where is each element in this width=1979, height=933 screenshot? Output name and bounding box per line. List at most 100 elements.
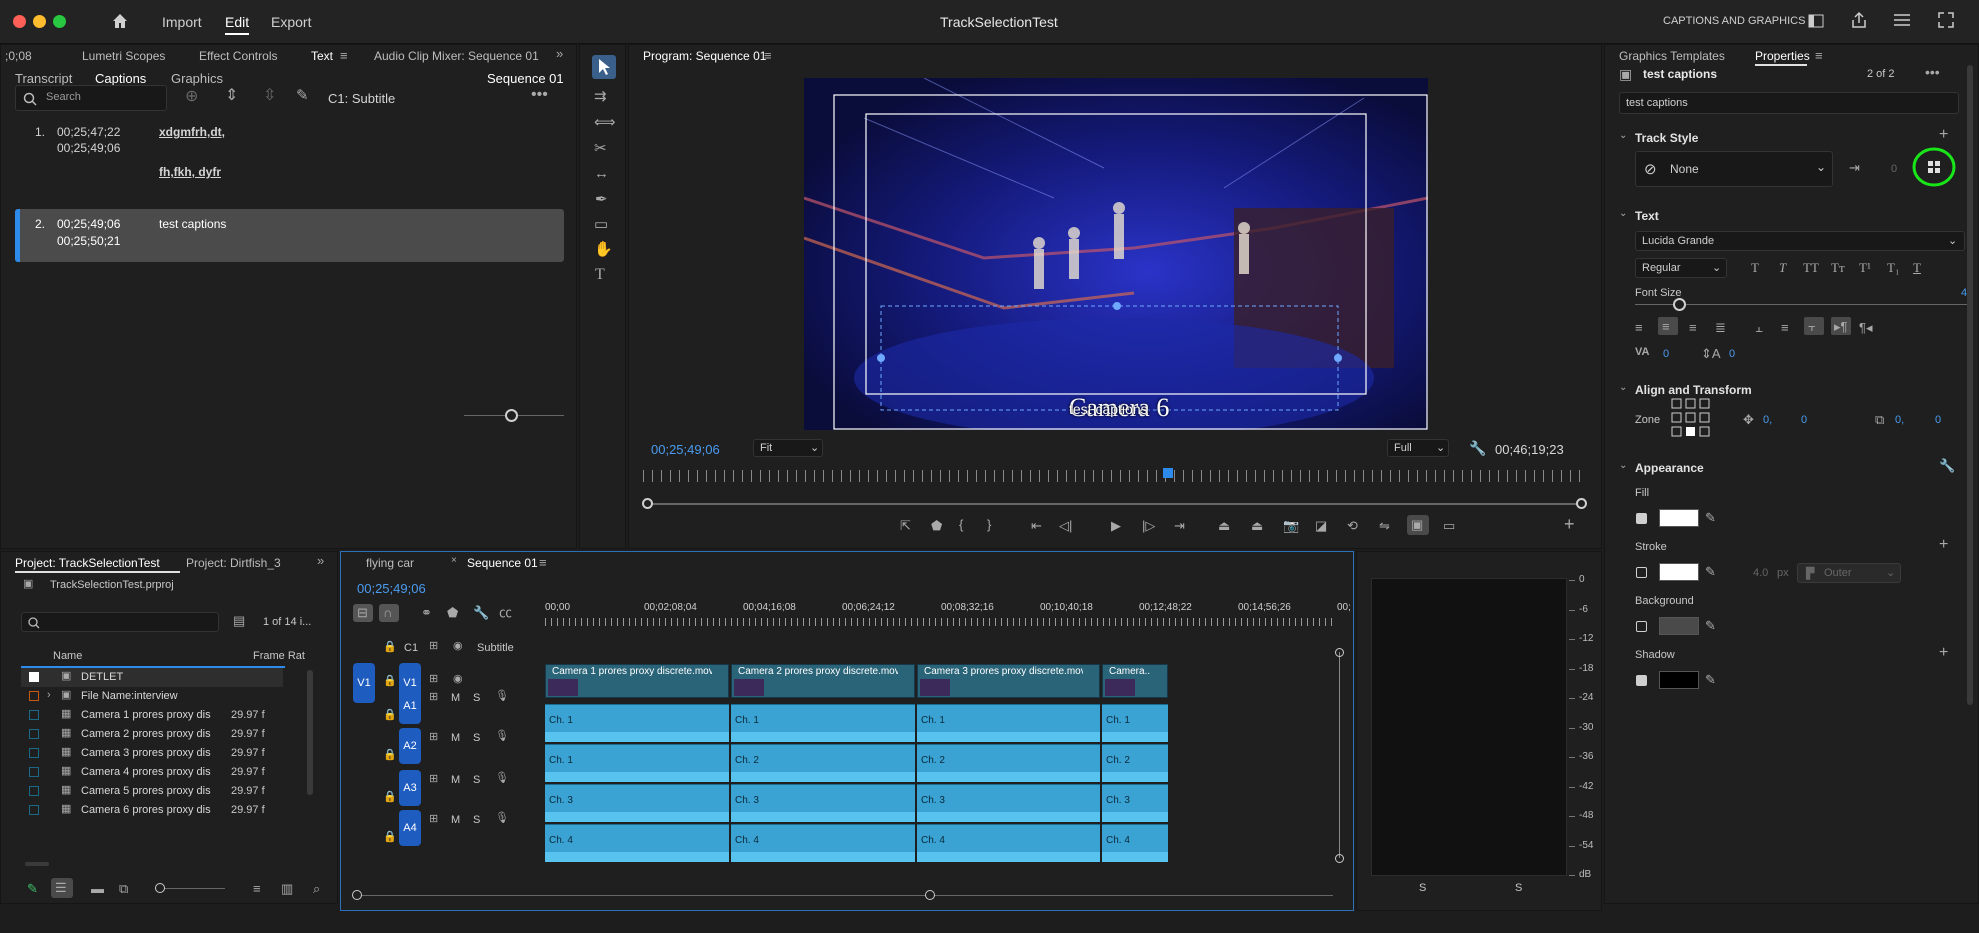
label-color-swatch[interactable]: [29, 729, 39, 739]
stroke-position-dropdown[interactable]: ▛ Outer ⌄: [1797, 563, 1901, 583]
fill-color-swatch[interactable]: [1659, 509, 1699, 527]
a2-track-target[interactable]: A2: [399, 728, 421, 764]
properties-scrollbar[interactable]: [1967, 65, 1973, 705]
track-style-dropdown[interactable]: ⊘ None ⌄: [1635, 151, 1833, 187]
stroke-eyedropper-icon[interactable]: ✎: [1705, 565, 1716, 578]
ltr-button[interactable]: ▸¶: [1831, 317, 1851, 335]
background-color-swatch[interactable]: [1659, 617, 1699, 635]
a2-mute-button[interactable]: M: [451, 732, 460, 744]
tracking-value[interactable]: 0: [1663, 348, 1669, 360]
subscript-icon[interactable]: T₁: [1887, 261, 1899, 274]
freeform-view-icon[interactable]: ⧉: [119, 882, 128, 895]
add-track-style-icon[interactable]: +: [1939, 127, 1948, 143]
stroke-width[interactable]: 4.0: [1753, 567, 1768, 579]
audio-clip[interactable]: Ch. 1: [1102, 704, 1168, 742]
v1-sync-lock-icon[interactable]: ⊞: [429, 674, 438, 685]
selection-tool[interactable]: [592, 55, 616, 79]
audio-clip[interactable]: Ch. 4: [731, 824, 915, 862]
linked-selection-icon[interactable]: ⚭: [421, 606, 432, 619]
video-overlay-caption[interactable]: test captions: [1069, 401, 1148, 417]
font-size-slider-handle[interactable]: [1673, 298, 1686, 311]
list-item[interactable]: ▣ DETLET: [21, 668, 283, 687]
align-middle-icon[interactable]: ≡: [1781, 321, 1789, 334]
audio-clip[interactable]: Ch. 2: [1102, 744, 1168, 782]
tab-text[interactable]: Text: [311, 49, 333, 63]
wrench-settings-icon[interactable]: 🔧: [1469, 441, 1486, 455]
thumbnail-size-slider[interactable]: [159, 888, 225, 889]
track-select-tool-icon[interactable]: ⇉: [594, 89, 607, 104]
caption-2-row[interactable]: 2. 00;25;49;06 00;25;50;21 test captions: [15, 209, 564, 262]
a1-track-target[interactable]: A1: [399, 688, 421, 724]
background-checkbox[interactable]: [1636, 621, 1647, 632]
fill-eyedropper-icon[interactable]: ✎: [1705, 511, 1716, 524]
audio-clip[interactable]: Ch. 1: [917, 704, 1100, 742]
audio-clip[interactable]: Ch. 3: [545, 784, 729, 822]
a2-sync-lock-icon[interactable]: ⊞: [429, 732, 438, 743]
audio-clip[interactable]: Ch. 1: [545, 704, 729, 742]
video-clip[interactable]: Camera 3 prores proxy discrete.mov [V]: [917, 664, 1100, 698]
audio-clip[interactable]: Ch. 4: [1102, 824, 1168, 862]
zone-grid[interactable]: [1671, 398, 1711, 438]
chevron-down-icon[interactable]: ⌄: [1619, 131, 1627, 141]
tab-effect-controls[interactable]: Effect Controls: [199, 49, 277, 63]
quick-settings-icon[interactable]: [1893, 12, 1911, 28]
a4-solo-button[interactable]: S: [473, 814, 480, 826]
a4-mute-button[interactable]: M: [451, 814, 460, 826]
tab-lumetri-scopes[interactable]: Lumetri Scopes: [82, 49, 165, 63]
project-hscroll[interactable]: [25, 862, 49, 866]
subtab-captions[interactable]: Captions: [95, 71, 146, 86]
caption-track-label[interactable]: C1: Subtitle: [328, 91, 395, 106]
caption-2-line1[interactable]: test captions: [159, 217, 226, 231]
menu-edit[interactable]: Edit: [225, 14, 249, 30]
align-left-icon[interactable]: ≡: [1635, 321, 1643, 334]
caption-2-in[interactable]: 00;25;49;06: [57, 217, 120, 231]
slip-tool-icon[interactable]: ↔: [594, 166, 609, 181]
c1-lock-icon[interactable]: 🔒: [383, 642, 397, 653]
shadow-color-swatch[interactable]: [1659, 671, 1699, 689]
automate-icon[interactable]: ▥: [281, 882, 293, 895]
pencil-write-icon[interactable]: ✎: [27, 882, 38, 895]
comparison-view-icon[interactable]: ▭: [1443, 519, 1455, 532]
chevron-down-icon[interactable]: ⌄: [1619, 461, 1627, 471]
camera-export-frame-icon[interactable]: 📷: [1283, 519, 1299, 532]
thumbnail-slider-handle[interactable]: [155, 883, 165, 893]
program-timecode-in[interactable]: 00;25;49;06: [651, 442, 720, 457]
tab-project-dirtfish[interactable]: Project: Dirtfish_3: [186, 556, 281, 570]
home-icon[interactable]: [111, 12, 129, 30]
all-caps-icon[interactable]: TT: [1803, 261, 1819, 274]
a3-solo-button[interactable]: S: [473, 774, 480, 786]
audio-clip[interactable]: Ch. 4: [545, 824, 729, 862]
project-col-frame-rate[interactable]: Frame Rat: [253, 650, 305, 662]
maximize-window-button[interactable]: [53, 15, 66, 28]
find-icon[interactable]: ⌕: [313, 882, 320, 895]
close-window-button[interactable]: [13, 15, 26, 28]
play-icon[interactable]: ▶: [1111, 519, 1121, 532]
audio-clip[interactable]: Ch. 4: [917, 824, 1100, 862]
new-bin-icon[interactable]: ▤: [233, 614, 245, 627]
justify-icon[interactable]: ≣: [1715, 321, 1726, 334]
a2-voiceover-mic-icon[interactable]: 🎙: [495, 731, 509, 742]
expand-chevron-icon[interactable]: ›: [47, 690, 51, 701]
sequence-menu-icon[interactable]: ≡: [539, 556, 547, 569]
fit-dropdown[interactable]: Fit ⌄: [753, 439, 823, 457]
audio-clip[interactable]: Ch. 2: [731, 744, 915, 782]
shadow-eyedropper-icon[interactable]: ✎: [1705, 673, 1716, 686]
caption-text-field[interactable]: test captions: [1619, 92, 1959, 114]
project-search-field[interactable]: [21, 612, 219, 632]
align-transform-header[interactable]: Align and Transform: [1635, 383, 1752, 397]
label-color-swatch[interactable]: [29, 805, 39, 815]
menu-import[interactable]: Import: [162, 14, 202, 30]
zoom-bar-right-handle[interactable]: [1576, 498, 1587, 509]
subtab-transcript[interactable]: Transcript: [15, 71, 72, 86]
list-item[interactable]: ▦ Camera 3 prores proxy discr 29.97 f: [21, 744, 283, 763]
v1-eye-icon[interactable]: ◉: [453, 674, 463, 685]
safe-margins-button[interactable]: ▣: [1407, 515, 1429, 535]
align-center-button[interactable]: ≡: [1658, 317, 1678, 335]
extract-icon[interactable]: ⏏: [1251, 519, 1263, 532]
button-editor-plus-icon[interactable]: +: [1564, 515, 1575, 533]
ripple-edit-tool-icon[interactable]: ⟺: [594, 115, 616, 130]
tab-audio-clip-mixer[interactable]: Audio Clip Mixer: Sequence 01: [374, 49, 539, 63]
zoom-slider-handle[interactable]: [505, 409, 518, 422]
a3-track-target[interactable]: A3: [399, 770, 421, 806]
step-forward-icon[interactable]: |▷: [1142, 519, 1155, 532]
